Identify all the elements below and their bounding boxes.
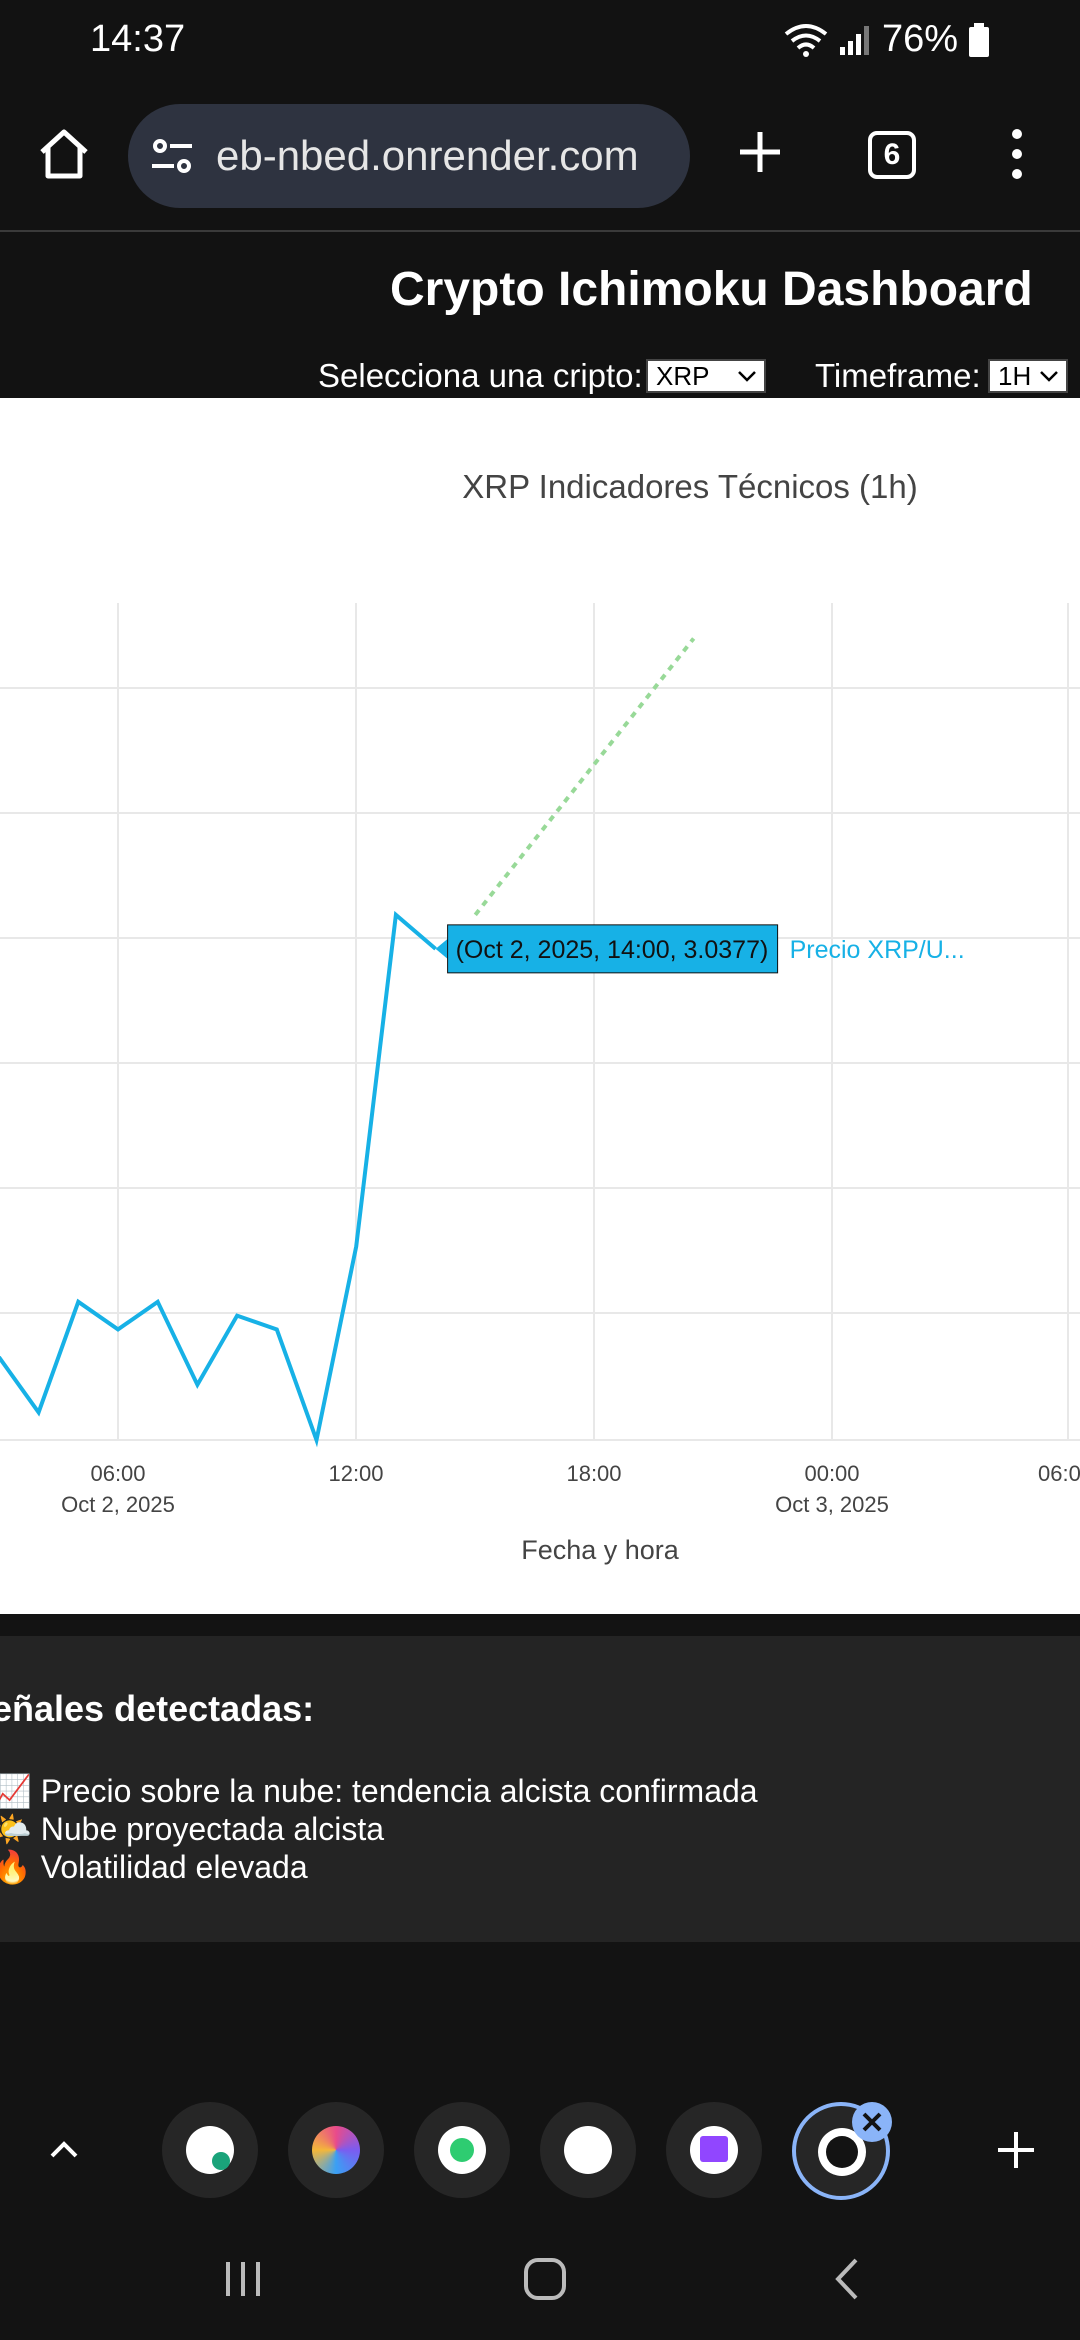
home-icon[interactable] <box>36 126 92 182</box>
tab-group-item[interactable] <box>666 2102 762 2198</box>
url-text[interactable]: eb-nbed.onrender.com <box>216 132 686 180</box>
tab-group-item[interactable] <box>288 2102 384 2198</box>
address-bar[interactable]: eb-nbed.onrender.com <box>128 104 690 208</box>
verified-site-icon <box>186 2126 234 2174</box>
crypto-select[interactable]: XRP <box>646 359 766 393</box>
signals-panel: eñales detectadas: 📈 Precio sobre la nub… <box>0 1636 1080 1942</box>
chart-panel: 06:00 Oct 2, 2025 12:00 18:00 00:00 Oct 3, 20… <box>0 398 1080 1614</box>
close-icon[interactable] <box>850 2100 894 2144</box>
back-icon[interactable] <box>828 2254 868 2304</box>
chart-increasing-icon: 📈 <box>0 1773 32 1809</box>
crypto-select-value: XRP <box>656 361 710 391</box>
tab-group-item[interactable] <box>540 2102 636 2198</box>
timeframe-select[interactable]: 1H <box>988 359 1068 393</box>
system-nav-bar <box>0 2220 1080 2340</box>
twitch-icon <box>690 2126 738 2174</box>
chart-title: XRP Indicadores Técnicos (1h) <box>462 468 918 505</box>
signal-icon <box>839 25 869 55</box>
tooltip-text: (Oct 2, 2025, 14:00, 3.0377) <box>456 936 769 964</box>
signal-list: 📈 Precio sobre la nube: tendencia alcist… <box>0 1772 758 1886</box>
signal-item: 📈 Precio sobre la nube: tendencia alcist… <box>0 1772 758 1810</box>
x-tick-label: 12:00 <box>328 1461 383 1486</box>
more-options-icon[interactable] <box>1000 124 1034 184</box>
x-tick-label: 18:00 <box>566 1461 621 1486</box>
chevron-down-icon <box>738 371 756 382</box>
x-tick-label: 06:0 <box>1038 1461 1080 1486</box>
tab-group-strip <box>0 2080 1080 2220</box>
x-axis-label: Fecha y hora <box>521 1535 680 1565</box>
fire-icon: 🔥 <box>0 1849 32 1885</box>
sun-cloud-icon: 🌤️ <box>0 1811 32 1847</box>
crypto-select-label: Selecciona una cripto: <box>318 357 643 394</box>
green-dot-icon <box>438 2126 486 2174</box>
status-time: 14:37 <box>90 18 186 60</box>
status-indicators: 76% <box>784 18 990 61</box>
browser-toolbar: eb-nbed.onrender.com 6 <box>0 84 1080 232</box>
signal-text: Volatilidad elevada <box>40 1849 308 1885</box>
chevron-up-icon[interactable] <box>44 2130 84 2170</box>
x-tick-label: 00:00 <box>804 1461 859 1486</box>
signal-item: 🌤️ Nube proyectada alcista <box>0 1810 758 1848</box>
add-tab-group-icon[interactable] <box>994 2128 1038 2172</box>
page-title: Crypto Ichimoku Dashboard <box>390 263 1033 316</box>
new-tab-icon[interactable] <box>736 128 784 176</box>
battery-percent: 76% <box>881 18 958 60</box>
price-line <box>0 910 437 1448</box>
tab-group-item[interactable] <box>414 2102 510 2198</box>
x-tick-date: Oct 3, 2025 <box>775 1492 889 1517</box>
tab-group-item[interactable] <box>162 2102 258 2198</box>
price-chart[interactable]: 06:00 Oct 2, 2025 12:00 18:00 00:00 Oct 3, 20… <box>0 398 1080 1614</box>
timeframe-select-value: 1H <box>998 361 1032 391</box>
chevron-down-icon <box>1040 371 1058 382</box>
tab-switcher-button[interactable]: 6 <box>868 131 916 179</box>
signal-item: 🔥 Volatilidad elevada <box>0 1848 758 1886</box>
signal-text: Nube proyectada alcista <box>40 1811 385 1847</box>
recent-apps-icon[interactable] <box>220 2256 266 2302</box>
home-nav-icon[interactable] <box>520 2254 570 2304</box>
dashboard-header: Crypto Ichimoku Dashboard Selecciona una… <box>0 232 1080 398</box>
status-bar: 14:37 76% <box>0 0 1080 84</box>
projection-line <box>473 637 696 917</box>
signal-text: Precio sobre la nube: tendencia alcista … <box>40 1773 758 1809</box>
tooltip-arrow <box>435 938 448 959</box>
blank-site-icon <box>564 2126 612 2174</box>
wifi-icon <box>784 23 828 57</box>
battery-icon <box>969 22 989 57</box>
x-tick-label: 06:00 <box>90 1461 145 1486</box>
timeframe-select-label: Timeframe: <box>815 357 981 394</box>
signals-title: eñales detectadas: <box>0 1688 315 1729</box>
tooltip-series-label: Precio XRP/U... <box>790 936 965 964</box>
x-tick-date: Oct 2, 2025 <box>61 1492 175 1517</box>
site-settings-icon[interactable] <box>148 132 196 180</box>
copilot-icon <box>312 2126 360 2174</box>
dashboard-controls: Selecciona una cripto: XRP Timeframe: 1H <box>0 357 1080 397</box>
